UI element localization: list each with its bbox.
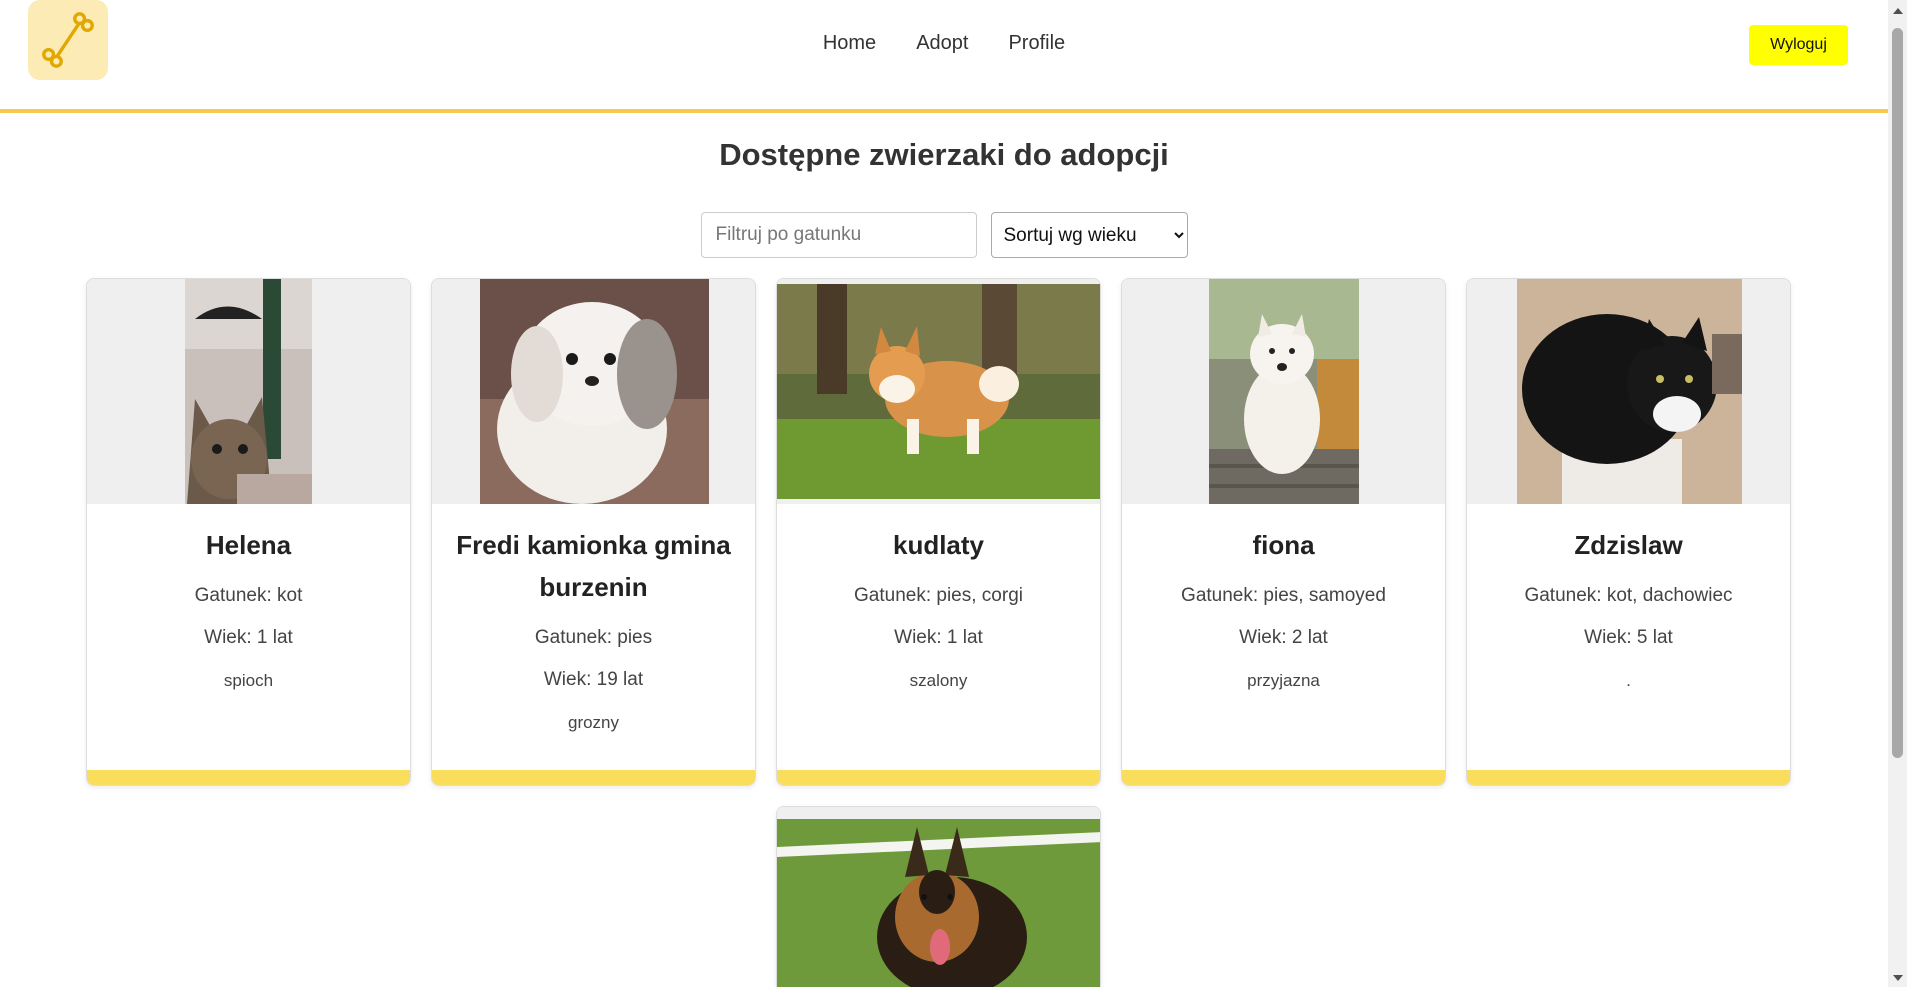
pet-card[interactable]: kudlaty Gatunek: pies, corgi Wiek: 1 lat… bbox=[776, 278, 1101, 786]
pet-description: przyjazna bbox=[1247, 671, 1320, 690]
dog-photo bbox=[480, 279, 709, 504]
pet-card[interactable]: Fredi kamionka gmina burzenin Gatunek: p… bbox=[431, 278, 756, 786]
pet-species: Gatunek: kot, dachowiec bbox=[1524, 585, 1733, 606]
pet-name: kudlaty bbox=[892, 530, 985, 560]
pet-age: Wiek: 2 lat bbox=[1239, 627, 1328, 648]
pet-age: Wiek: 5 lat bbox=[1584, 627, 1673, 648]
nav-profile-link[interactable]: Profile bbox=[1008, 32, 1065, 55]
header: Home Adopt Profile Wyloguj bbox=[0, 0, 1888, 113]
pet-age: Wiek: 1 lat bbox=[894, 627, 983, 648]
scroll-down-arrow-icon[interactable] bbox=[1893, 975, 1903, 981]
pet-description: . bbox=[1626, 671, 1631, 690]
card-accent-bar bbox=[777, 770, 1100, 785]
logout-button[interactable]: Wyloguj bbox=[1749, 25, 1848, 65]
nav-home-link[interactable]: Home bbox=[823, 32, 876, 55]
pet-species: Gatunek: kot bbox=[194, 585, 303, 606]
card-accent-bar bbox=[432, 770, 755, 785]
black-cat-photo bbox=[1517, 279, 1742, 504]
pet-photo bbox=[1467, 279, 1790, 504]
corgi-photo bbox=[777, 284, 1100, 499]
species-filter-input[interactable] bbox=[700, 212, 977, 258]
pet-name: fiona bbox=[1252, 530, 1315, 560]
card-accent-bar bbox=[87, 770, 410, 785]
pet-species: Gatunek: pies, corgi bbox=[854, 585, 1023, 606]
pet-photo bbox=[1122, 279, 1445, 504]
pet-photo bbox=[777, 279, 1100, 504]
pet-card[interactable]: Zdzislaw Gatunek: kot, dachowiec Wiek: 5… bbox=[1466, 278, 1791, 786]
page-title: Dostępne zwierzaki do adopcji bbox=[719, 137, 1169, 172]
pet-name: Helena bbox=[205, 530, 292, 560]
pet-name: Fredi kamionka gmina burzenin bbox=[456, 530, 731, 602]
pet-card[interactable]: Helena Gatunek: kot Wiek: 1 lat spioch bbox=[86, 278, 411, 786]
pet-card[interactable]: fiona Gatunek: pies, samoyed Wiek: 2 lat… bbox=[1121, 278, 1446, 786]
page-scrollbar[interactable] bbox=[1888, 0, 1907, 987]
shepherd-photo bbox=[777, 807, 1100, 987]
scrollbar-thumb[interactable] bbox=[1892, 28, 1903, 758]
pet-species: Gatunek: pies bbox=[534, 627, 653, 648]
pet-photo bbox=[87, 279, 410, 504]
pet-age: Wiek: 1 lat bbox=[204, 627, 293, 648]
nav-adopt-link[interactable]: Adopt bbox=[916, 32, 968, 55]
pet-card[interactable] bbox=[776, 806, 1101, 987]
cat-photo bbox=[185, 279, 312, 504]
pet-name: Zdzislaw bbox=[1574, 530, 1683, 560]
pet-description: grozny bbox=[567, 713, 620, 732]
pet-photo bbox=[777, 807, 1100, 987]
card-accent-bar bbox=[1467, 770, 1790, 785]
sort-select[interactable]: Sortuj wg wieku bbox=[990, 212, 1188, 258]
samoyed-photo bbox=[1209, 279, 1359, 504]
card-accent-bar bbox=[1122, 770, 1445, 785]
pet-photo bbox=[432, 279, 755, 504]
scroll-up-arrow-icon[interactable] bbox=[1893, 8, 1903, 14]
pet-description: spioch bbox=[223, 671, 274, 690]
main-nav: Home Adopt Profile bbox=[0, 32, 1888, 55]
pet-age: Wiek: 19 lat bbox=[543, 669, 644, 690]
pet-species: Gatunek: pies, samoyed bbox=[1181, 585, 1386, 606]
pet-description: szalony bbox=[909, 671, 968, 690]
filter-controls: Sortuj wg wieku bbox=[0, 212, 1888, 258]
